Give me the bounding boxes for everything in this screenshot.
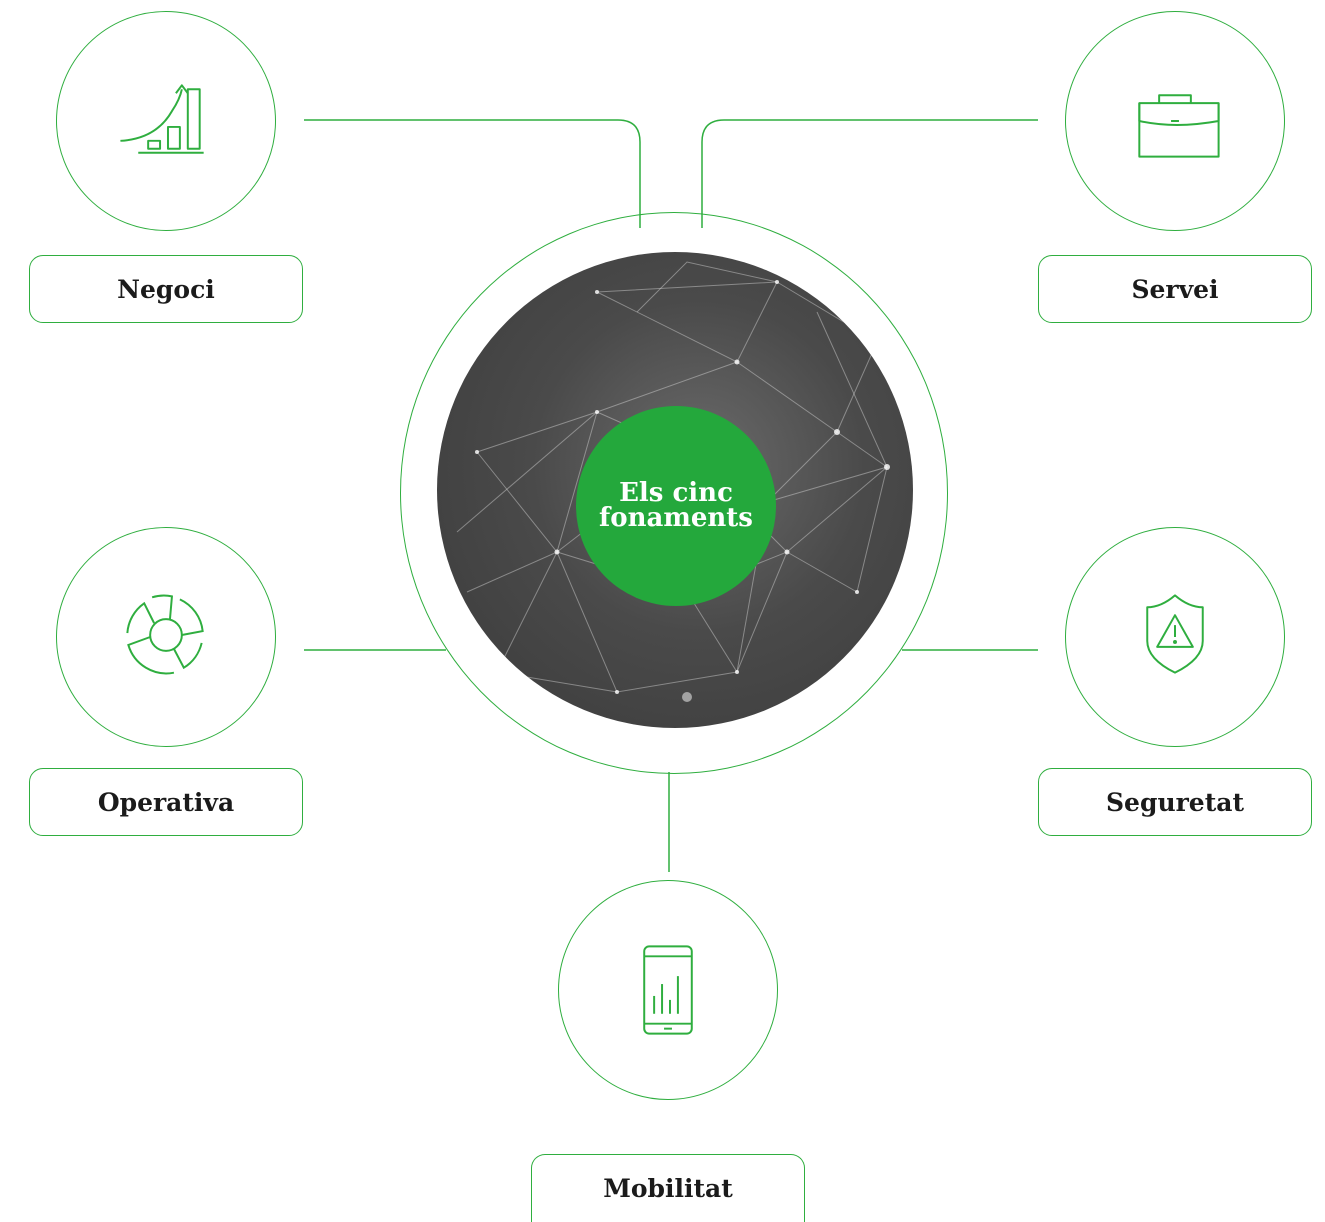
seguretat-icon-circle xyxy=(1065,527,1285,747)
briefcase-icon xyxy=(1138,94,1220,158)
operativa-icon-circle xyxy=(56,527,276,747)
servei-icon-circle xyxy=(1065,11,1285,231)
growth-chart-icon xyxy=(120,84,204,154)
negoci-label: Negoci xyxy=(29,255,303,323)
operativa-label: Operativa xyxy=(29,768,303,836)
connector-negoci xyxy=(304,119,641,228)
seguretat-label: Seguretat xyxy=(1038,768,1312,836)
negoci-icon-circle xyxy=(56,11,276,231)
connector-servei xyxy=(701,119,1038,228)
servei-label: Servei xyxy=(1038,255,1312,323)
mobilitat-label: Mobilitat xyxy=(531,1154,805,1222)
center-title-badge: Els cinc fonaments xyxy=(576,406,776,606)
donut-chart-icon xyxy=(126,594,204,675)
mobilitat-icon-circle xyxy=(558,880,778,1100)
center-title-line2: fonaments xyxy=(599,503,753,533)
mobile-chart-icon xyxy=(643,945,693,1035)
shield-warning-icon xyxy=(1146,594,1204,674)
